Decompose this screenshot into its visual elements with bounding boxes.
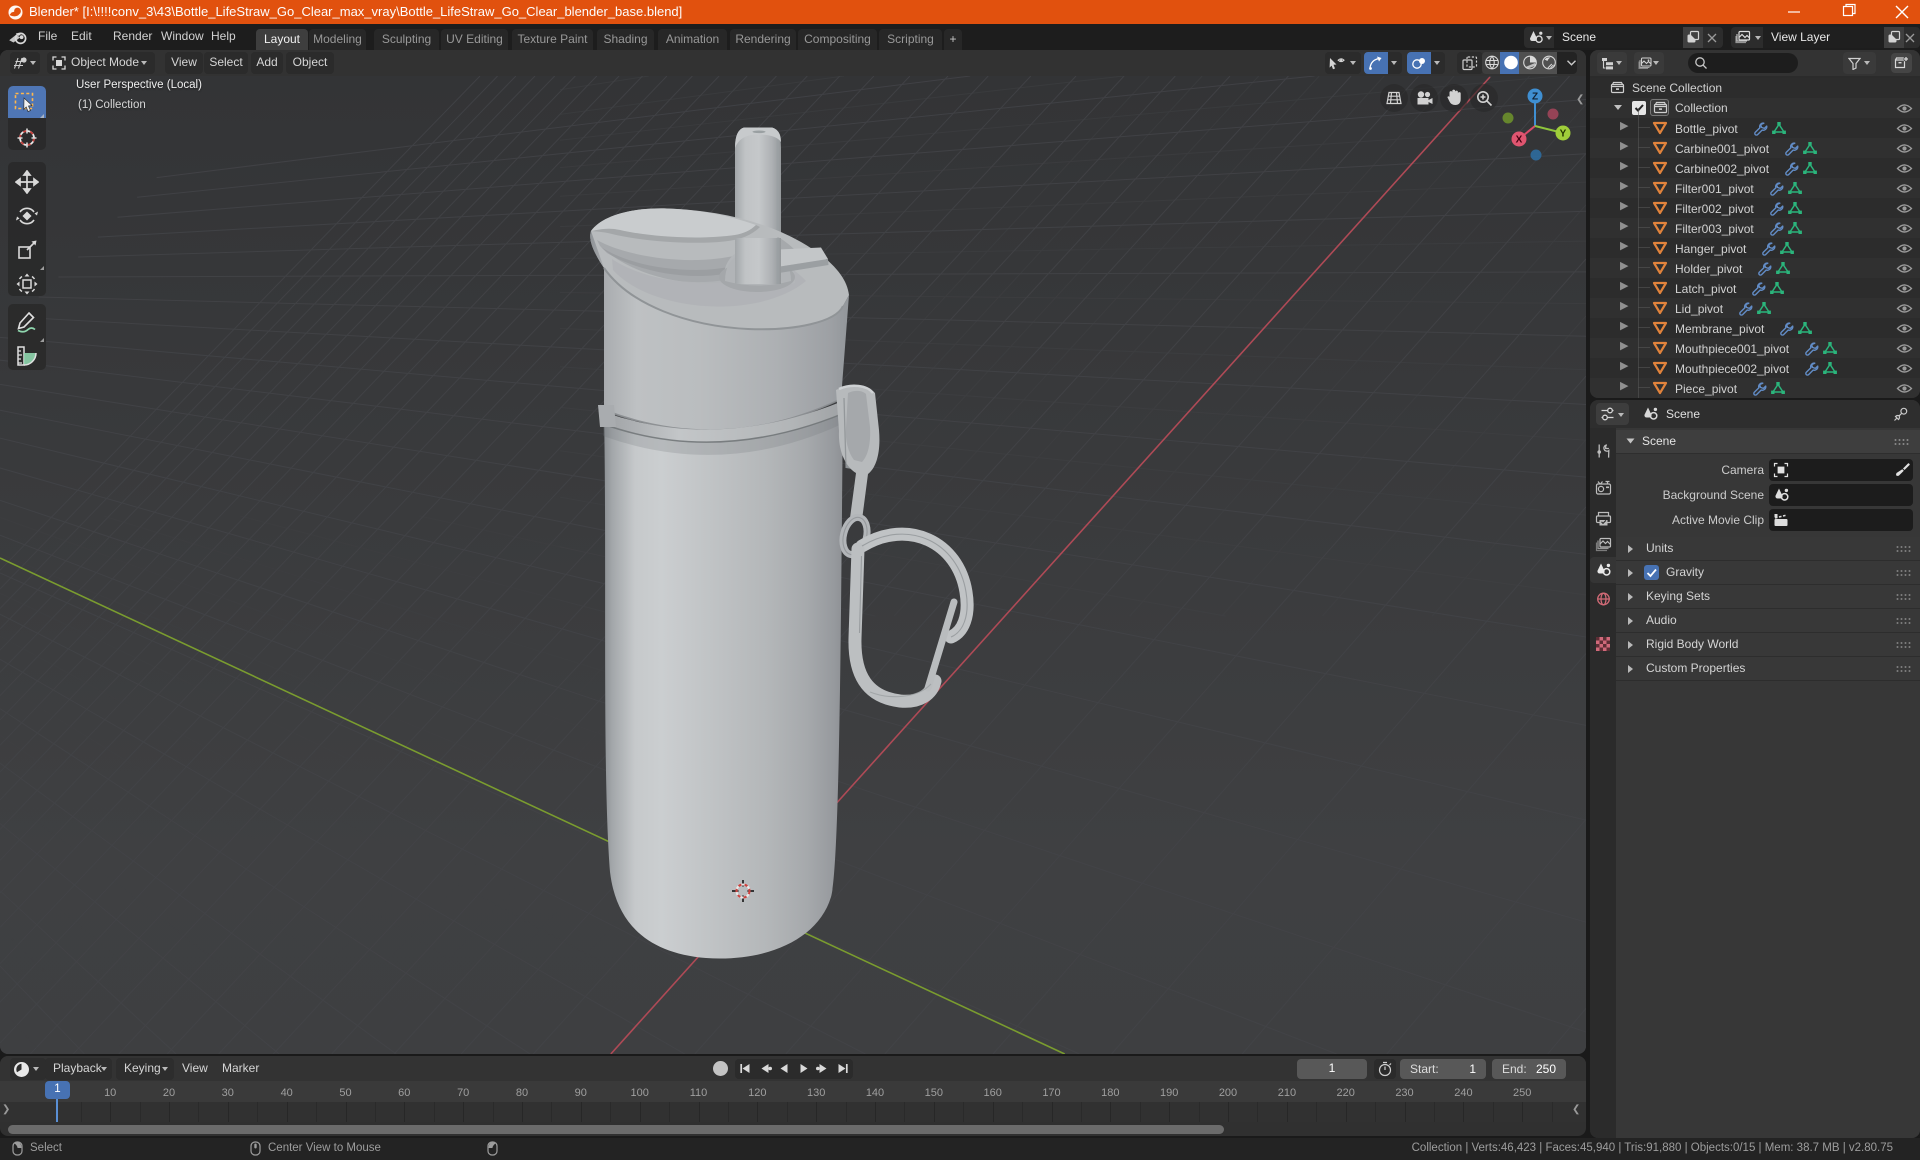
svg-text:Z: Z: [1532, 92, 1538, 103]
svg-text:Y: Y: [1560, 129, 1567, 140]
svg-text:X: X: [1516, 135, 1523, 146]
